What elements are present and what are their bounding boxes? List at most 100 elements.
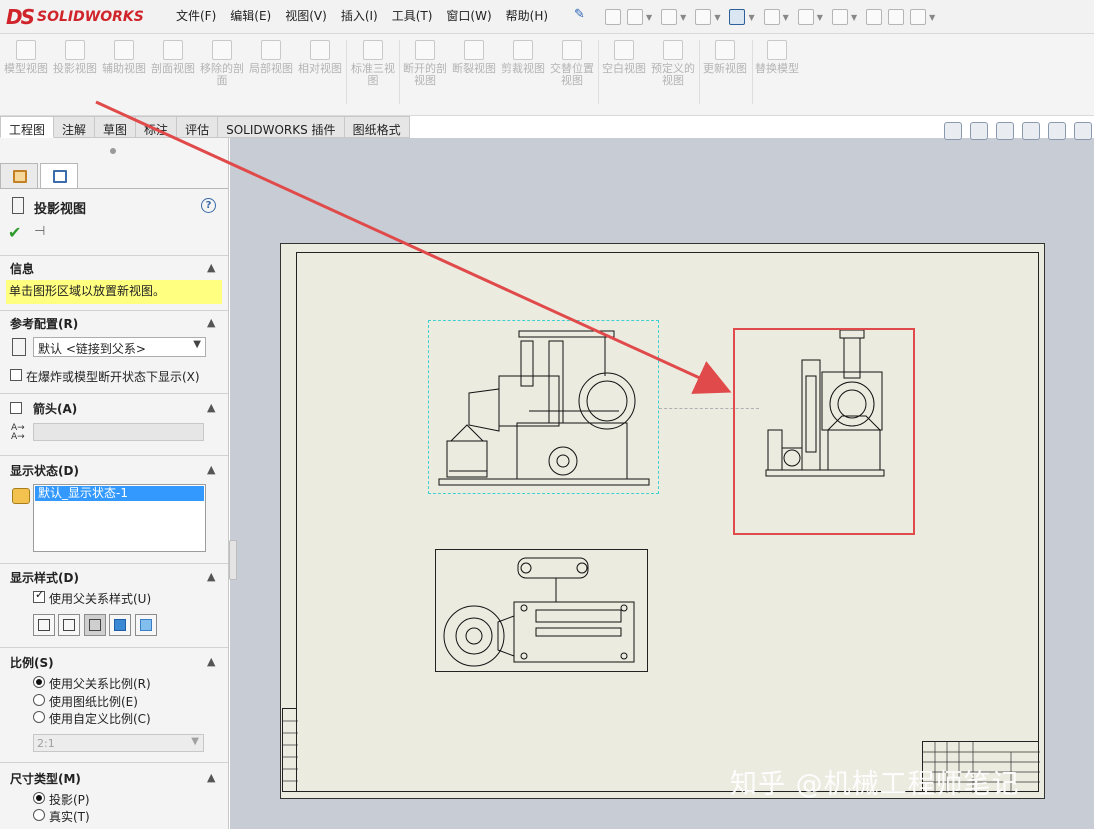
tab-sheet-format[interactable]: 图纸格式 xyxy=(344,116,410,138)
zoom-to-area-icon[interactable] xyxy=(970,122,988,140)
projected-view-button[interactable]: 投影视图 xyxy=(53,40,97,75)
tab-evaluate[interactable]: 评估 xyxy=(177,116,219,138)
section-view-button[interactable]: 剖面视图 xyxy=(151,40,195,75)
rebuild-icon[interactable] xyxy=(866,9,883,25)
zoom-in-out-icon[interactable] xyxy=(996,122,1014,140)
ok-check-icon[interactable]: ✔ xyxy=(8,223,21,242)
shaded-with-edges-button[interactable] xyxy=(109,614,131,636)
show-exploded-checkbox[interactable] xyxy=(10,369,22,381)
tab-markup[interactable]: 标注 xyxy=(136,116,178,138)
view-settings-icon[interactable] xyxy=(1074,122,1092,140)
tab-annotation[interactable]: 注解 xyxy=(54,116,96,138)
removed-section-button[interactable]: 移除的剖面 xyxy=(200,40,244,87)
print-icon[interactable] xyxy=(729,9,746,25)
replace-model-button[interactable]: 替换模型 xyxy=(755,40,799,75)
rotate-icon[interactable] xyxy=(1048,122,1066,140)
chevron-up-icon[interactable]: ▲ xyxy=(207,771,215,784)
pan-icon[interactable] xyxy=(1022,122,1040,140)
zoom-to-fit-icon[interactable] xyxy=(944,122,962,140)
chevron-up-icon[interactable]: ▲ xyxy=(207,570,215,583)
shaded-button[interactable] xyxy=(135,614,157,636)
menu-help[interactable]: 帮助(H) xyxy=(506,7,548,24)
relative-view-button[interactable]: 相对视图 xyxy=(298,40,342,75)
display-state-list[interactable]: 默认_显示状态-1 xyxy=(33,484,206,552)
chevron-down-icon[interactable]: ▼ xyxy=(817,13,823,22)
front-view[interactable] xyxy=(428,320,659,494)
solidworks-logo[interactable]: DS SOLIDWORKS xyxy=(6,4,156,30)
crop-view-button[interactable]: 剪裁视图 xyxy=(501,40,545,75)
feature-manager-tab[interactable] xyxy=(0,163,38,189)
use-custom-scale-radio[interactable] xyxy=(33,711,45,723)
chevron-down-icon[interactable]: ▼ xyxy=(680,13,686,22)
hidden-lines-visible-button[interactable] xyxy=(58,614,80,636)
panel-grip-handle[interactable] xyxy=(110,148,116,154)
file-properties-icon[interactable] xyxy=(888,9,905,25)
arrow-label-input[interactable] xyxy=(33,423,204,441)
options-gear-icon[interactable] xyxy=(910,9,927,25)
tab-drawing[interactable]: 工程图 xyxy=(0,116,55,138)
detail-view-button[interactable]: 局部视图 xyxy=(249,40,293,75)
pin-menu-icon[interactable]: ✎ xyxy=(574,7,585,22)
broken-out-section-button[interactable]: 断开的剖视图 xyxy=(403,40,447,87)
use-parent-style-checkbox[interactable] xyxy=(33,588,45,603)
wireframe-style-button[interactable] xyxy=(33,614,55,636)
chevron-down-icon[interactable]: ▼ xyxy=(929,13,935,22)
top-view[interactable] xyxy=(435,549,648,672)
pushpin-icon[interactable]: ⊣ xyxy=(34,224,45,239)
solidworks-wordmark: SOLIDWORKS xyxy=(37,9,144,25)
hidden-lines-removed-button[interactable] xyxy=(84,614,106,636)
configuration-select[interactable]: 默认 <链接到父系> ▼ xyxy=(33,337,206,357)
arrow-checkbox[interactable] xyxy=(10,402,22,414)
chevron-down-icon[interactable]: ▼ xyxy=(714,13,720,22)
select-cursor-icon[interactable] xyxy=(831,9,848,25)
menu-edit[interactable]: 编辑(E) xyxy=(230,7,271,24)
chevron-down-icon[interactable]: ▼ xyxy=(748,13,754,22)
chevron-down-icon[interactable]: ▼ xyxy=(851,13,857,22)
chevron-up-icon[interactable]: ▲ xyxy=(207,401,215,414)
open-folder-icon[interactable] xyxy=(661,9,678,25)
display-style-heading[interactable]: 显示样式(D) xyxy=(10,569,79,586)
info-group-heading[interactable]: 信息 xyxy=(10,260,34,277)
home-icon[interactable] xyxy=(605,9,621,25)
menu-tools[interactable]: 工具(T) xyxy=(392,7,433,24)
use-parent-scale-radio[interactable] xyxy=(33,676,45,688)
true-dimension-radio[interactable] xyxy=(33,809,45,821)
projected-dimension-radio[interactable] xyxy=(33,792,45,804)
predefined-view-button[interactable]: 预定义的视图 xyxy=(651,40,695,87)
break-view-button[interactable]: 断裂视图 xyxy=(452,40,496,75)
property-manager-tab[interactable] xyxy=(40,163,78,189)
tab-solidworks-addins[interactable]: SOLIDWORKS 插件 xyxy=(218,116,345,138)
menu-insert[interactable]: 插入(I) xyxy=(341,7,378,24)
chevron-down-icon[interactable]: ▼ xyxy=(646,13,652,22)
auxiliary-view-button[interactable]: 辅助视图 xyxy=(102,40,146,75)
alternate-position-view-button[interactable]: 交替位置视图 xyxy=(550,40,594,87)
help-icon[interactable]: ? xyxy=(201,198,216,213)
custom-scale-select[interactable]: 2:1 ▼ xyxy=(33,734,204,752)
redo-icon[interactable] xyxy=(797,9,814,25)
chevron-down-icon[interactable]: ▼ xyxy=(783,13,789,22)
reference-config-heading[interactable]: 参考配置(R) xyxy=(10,315,78,332)
tab-sketch[interactable]: 草图 xyxy=(95,116,137,138)
arrow-group-heading[interactable]: 箭头(A) xyxy=(33,400,77,417)
empty-view-button[interactable]: 空白视图 xyxy=(602,40,646,75)
model-view-button[interactable]: 模型视图 xyxy=(4,40,48,75)
menu-view[interactable]: 视图(V) xyxy=(285,7,327,24)
update-view-button[interactable]: 更新视图 xyxy=(703,40,747,75)
standard-3-view-button[interactable]: 标准三视图 xyxy=(351,40,395,87)
scale-heading[interactable]: 比例(S) xyxy=(10,654,54,671)
undo-icon[interactable] xyxy=(763,9,780,25)
display-state-heading[interactable]: 显示状态(D) xyxy=(10,462,79,479)
menu-file[interactable]: 文件(F) xyxy=(176,7,216,24)
chevron-up-icon[interactable]: ▲ xyxy=(207,655,215,668)
menu-window[interactable]: 窗口(W) xyxy=(446,7,491,24)
panel-splitter-handle[interactable] xyxy=(229,540,237,580)
dimension-type-heading[interactable]: 尺寸类型(M) xyxy=(10,770,81,787)
chevron-up-icon[interactable]: ▲ xyxy=(207,316,215,329)
use-custom-scale-label: 使用自定义比例(C) xyxy=(49,712,151,726)
display-state-item[interactable]: 默认_显示状态-1 xyxy=(35,486,204,501)
new-document-icon[interactable] xyxy=(627,9,643,25)
use-sheet-scale-radio[interactable] xyxy=(33,694,45,706)
save-icon[interactable] xyxy=(695,9,712,25)
chevron-up-icon[interactable]: ▲ xyxy=(207,261,215,274)
chevron-up-icon[interactable]: ▲ xyxy=(207,463,215,476)
